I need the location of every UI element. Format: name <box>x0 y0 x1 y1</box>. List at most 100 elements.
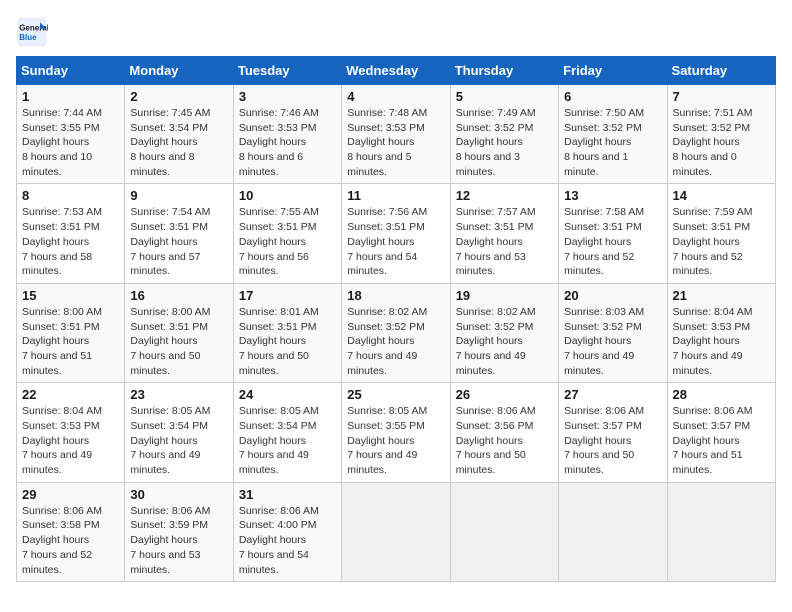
day-info: Sunrise: 7:45 AM Sunset: 3:54 PM Dayligh… <box>130 106 227 179</box>
day-header-tuesday: Tuesday <box>233 57 341 85</box>
calendar-cell: 30 Sunrise: 8:06 AM Sunset: 3:59 PM Dayl… <box>125 482 233 581</box>
day-info: Sunrise: 7:48 AM Sunset: 3:53 PM Dayligh… <box>347 106 444 179</box>
day-number: 28 <box>673 387 770 402</box>
day-info: Sunrise: 7:59 AM Sunset: 3:51 PM Dayligh… <box>673 205 770 278</box>
day-info: Sunrise: 8:04 AM Sunset: 3:53 PM Dayligh… <box>673 305 770 378</box>
calendar-cell: 16 Sunrise: 8:00 AM Sunset: 3:51 PM Dayl… <box>125 283 233 382</box>
day-number: 21 <box>673 288 770 303</box>
calendar-cell: 2 Sunrise: 7:45 AM Sunset: 3:54 PM Dayli… <box>125 85 233 184</box>
week-row-5: 29 Sunrise: 8:06 AM Sunset: 3:58 PM Dayl… <box>17 482 776 581</box>
day-number: 9 <box>130 188 227 203</box>
calendar-cell: 27 Sunrise: 8:06 AM Sunset: 3:57 PM Dayl… <box>559 383 667 482</box>
day-number: 27 <box>564 387 661 402</box>
day-info: Sunrise: 7:51 AM Sunset: 3:52 PM Dayligh… <box>673 106 770 179</box>
calendar-cell <box>450 482 558 581</box>
calendar-cell: 31 Sunrise: 8:06 AM Sunset: 4:00 PM Dayl… <box>233 482 341 581</box>
header: General Blue <box>16 16 776 48</box>
day-number: 4 <box>347 89 444 104</box>
day-info: Sunrise: 8:06 AM Sunset: 3:58 PM Dayligh… <box>22 504 119 577</box>
day-header-saturday: Saturday <box>667 57 775 85</box>
calendar-cell: 18 Sunrise: 8:02 AM Sunset: 3:52 PM Dayl… <box>342 283 450 382</box>
day-number: 24 <box>239 387 336 402</box>
day-number: 5 <box>456 89 553 104</box>
day-info: Sunrise: 8:05 AM Sunset: 3:54 PM Dayligh… <box>239 404 336 477</box>
day-number: 31 <box>239 487 336 502</box>
week-row-2: 8 Sunrise: 7:53 AM Sunset: 3:51 PM Dayli… <box>17 184 776 283</box>
day-number: 12 <box>456 188 553 203</box>
day-number: 2 <box>130 89 227 104</box>
day-header-thursday: Thursday <box>450 57 558 85</box>
header-row: SundayMondayTuesdayWednesdayThursdayFrid… <box>17 57 776 85</box>
day-info: Sunrise: 8:02 AM Sunset: 3:52 PM Dayligh… <box>347 305 444 378</box>
day-number: 18 <box>347 288 444 303</box>
day-info: Sunrise: 7:49 AM Sunset: 3:52 PM Dayligh… <box>456 106 553 179</box>
calendar-cell: 14 Sunrise: 7:59 AM Sunset: 3:51 PM Dayl… <box>667 184 775 283</box>
calendar-cell <box>342 482 450 581</box>
day-info: Sunrise: 8:06 AM Sunset: 3:56 PM Dayligh… <box>456 404 553 477</box>
calendar-cell: 1 Sunrise: 7:44 AM Sunset: 3:55 PM Dayli… <box>17 85 125 184</box>
calendar-cell <box>559 482 667 581</box>
day-number: 1 <box>22 89 119 104</box>
calendar-cell: 21 Sunrise: 8:04 AM Sunset: 3:53 PM Dayl… <box>667 283 775 382</box>
day-info: Sunrise: 8:02 AM Sunset: 3:52 PM Dayligh… <box>456 305 553 378</box>
calendar-cell: 5 Sunrise: 7:49 AM Sunset: 3:52 PM Dayli… <box>450 85 558 184</box>
day-info: Sunrise: 7:44 AM Sunset: 3:55 PM Dayligh… <box>22 106 119 179</box>
calendar-cell: 4 Sunrise: 7:48 AM Sunset: 3:53 PM Dayli… <box>342 85 450 184</box>
calendar-cell: 9 Sunrise: 7:54 AM Sunset: 3:51 PM Dayli… <box>125 184 233 283</box>
day-number: 29 <box>22 487 119 502</box>
day-number: 20 <box>564 288 661 303</box>
day-info: Sunrise: 7:46 AM Sunset: 3:53 PM Dayligh… <box>239 106 336 179</box>
day-info: Sunrise: 8:06 AM Sunset: 3:57 PM Dayligh… <box>564 404 661 477</box>
week-row-3: 15 Sunrise: 8:00 AM Sunset: 3:51 PM Dayl… <box>17 283 776 382</box>
calendar-cell: 13 Sunrise: 7:58 AM Sunset: 3:51 PM Dayl… <box>559 184 667 283</box>
day-info: Sunrise: 7:53 AM Sunset: 3:51 PM Dayligh… <box>22 205 119 278</box>
day-info: Sunrise: 8:00 AM Sunset: 3:51 PM Dayligh… <box>130 305 227 378</box>
svg-text:Blue: Blue <box>19 33 37 42</box>
day-info: Sunrise: 8:04 AM Sunset: 3:53 PM Dayligh… <box>22 404 119 477</box>
day-info: Sunrise: 7:57 AM Sunset: 3:51 PM Dayligh… <box>456 205 553 278</box>
calendar-cell: 12 Sunrise: 7:57 AM Sunset: 3:51 PM Dayl… <box>450 184 558 283</box>
calendar-cell: 26 Sunrise: 8:06 AM Sunset: 3:56 PM Dayl… <box>450 383 558 482</box>
calendar-cell: 8 Sunrise: 7:53 AM Sunset: 3:51 PM Dayli… <box>17 184 125 283</box>
day-number: 7 <box>673 89 770 104</box>
calendar-cell: 19 Sunrise: 8:02 AM Sunset: 3:52 PM Dayl… <box>450 283 558 382</box>
day-number: 15 <box>22 288 119 303</box>
day-number: 17 <box>239 288 336 303</box>
week-row-1: 1 Sunrise: 7:44 AM Sunset: 3:55 PM Dayli… <box>17 85 776 184</box>
calendar-cell: 7 Sunrise: 7:51 AM Sunset: 3:52 PM Dayli… <box>667 85 775 184</box>
calendar-cell: 23 Sunrise: 8:05 AM Sunset: 3:54 PM Dayl… <box>125 383 233 482</box>
logo: General Blue <box>16 16 52 48</box>
day-number: 16 <box>130 288 227 303</box>
day-header-wednesday: Wednesday <box>342 57 450 85</box>
day-number: 30 <box>130 487 227 502</box>
calendar-cell: 11 Sunrise: 7:56 AM Sunset: 3:51 PM Dayl… <box>342 184 450 283</box>
logo-icon: General Blue <box>16 16 48 48</box>
day-number: 3 <box>239 89 336 104</box>
day-number: 13 <box>564 188 661 203</box>
day-info: Sunrise: 8:06 AM Sunset: 3:59 PM Dayligh… <box>130 504 227 577</box>
calendar-cell: 17 Sunrise: 8:01 AM Sunset: 3:51 PM Dayl… <box>233 283 341 382</box>
day-info: Sunrise: 8:06 AM Sunset: 3:57 PM Dayligh… <box>673 404 770 477</box>
day-number: 14 <box>673 188 770 203</box>
week-row-4: 22 Sunrise: 8:04 AM Sunset: 3:53 PM Dayl… <box>17 383 776 482</box>
calendar-cell: 25 Sunrise: 8:05 AM Sunset: 3:55 PM Dayl… <box>342 383 450 482</box>
calendar-cell: 20 Sunrise: 8:03 AM Sunset: 3:52 PM Dayl… <box>559 283 667 382</box>
calendar-cell: 29 Sunrise: 8:06 AM Sunset: 3:58 PM Dayl… <box>17 482 125 581</box>
calendar-cell <box>667 482 775 581</box>
day-header-monday: Monday <box>125 57 233 85</box>
day-info: Sunrise: 8:03 AM Sunset: 3:52 PM Dayligh… <box>564 305 661 378</box>
calendar-cell: 10 Sunrise: 7:55 AM Sunset: 3:51 PM Dayl… <box>233 184 341 283</box>
day-number: 6 <box>564 89 661 104</box>
calendar-cell: 28 Sunrise: 8:06 AM Sunset: 3:57 PM Dayl… <box>667 383 775 482</box>
day-info: Sunrise: 7:55 AM Sunset: 3:51 PM Dayligh… <box>239 205 336 278</box>
day-info: Sunrise: 7:58 AM Sunset: 3:51 PM Dayligh… <box>564 205 661 278</box>
day-info: Sunrise: 8:01 AM Sunset: 3:51 PM Dayligh… <box>239 305 336 378</box>
calendar-cell: 24 Sunrise: 8:05 AM Sunset: 3:54 PM Dayl… <box>233 383 341 482</box>
calendar-cell: 3 Sunrise: 7:46 AM Sunset: 3:53 PM Dayli… <box>233 85 341 184</box>
calendar-cell: 6 Sunrise: 7:50 AM Sunset: 3:52 PM Dayli… <box>559 85 667 184</box>
day-number: 22 <box>22 387 119 402</box>
day-info: Sunrise: 8:00 AM Sunset: 3:51 PM Dayligh… <box>22 305 119 378</box>
day-info: Sunrise: 7:56 AM Sunset: 3:51 PM Dayligh… <box>347 205 444 278</box>
day-number: 23 <box>130 387 227 402</box>
day-number: 10 <box>239 188 336 203</box>
